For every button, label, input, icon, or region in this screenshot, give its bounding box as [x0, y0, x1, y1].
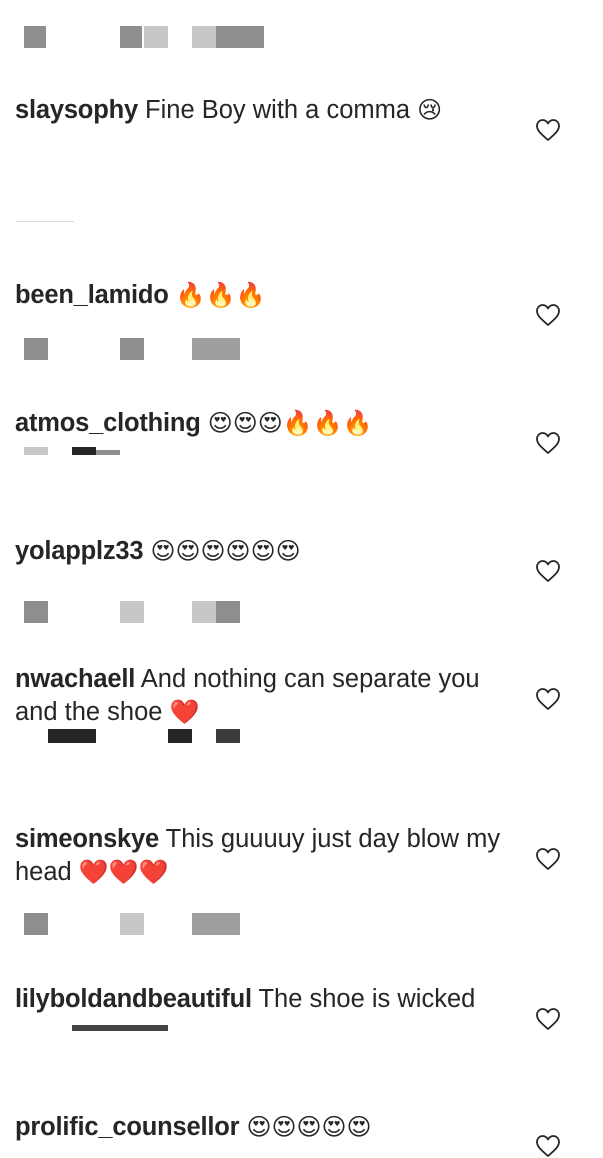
comment-emoji: 😍😍😍😍😍😍	[150, 537, 301, 565]
heart-outline-icon	[536, 432, 560, 454]
comment-emoji: 😍😍😍😍😍	[246, 1113, 372, 1141]
redacted-block	[72, 1025, 168, 1031]
redacted-block	[216, 26, 264, 48]
comment-username[interactable]: lilyboldandbeautiful	[15, 985, 252, 1013]
like-button[interactable]	[535, 687, 561, 711]
heart-outline-icon	[536, 119, 560, 141]
heart-outline-icon	[536, 304, 560, 326]
heart-outline-icon	[536, 848, 560, 870]
redacted-block	[24, 447, 48, 455]
comment-username[interactable]: slaysophy	[15, 96, 138, 124]
comment-emoji: ❤️	[169, 698, 200, 726]
redacted-block	[120, 913, 144, 935]
like-button[interactable]	[535, 431, 561, 455]
like-button[interactable]	[535, 847, 561, 871]
comment-username[interactable]: simeonskye	[15, 825, 159, 853]
redacted-block	[24, 26, 46, 48]
heart-outline-icon	[536, 560, 560, 582]
redacted-block	[48, 729, 96, 743]
heart-outline-icon	[536, 1008, 560, 1030]
view-replies-line[interactable]	[16, 221, 74, 222]
redacted-block	[168, 729, 192, 743]
like-button[interactable]	[535, 118, 561, 142]
redacted-block	[192, 338, 240, 360]
heart-outline-icon	[536, 688, 560, 710]
comment-emoji: 😍😍😍🔥🔥🔥	[207, 409, 373, 437]
redacted-block	[96, 450, 120, 455]
comment-username[interactable]: prolific_counsellor	[15, 1113, 240, 1141]
comment-item: simeonskye This guuuuy just day blow my …	[15, 823, 525, 889]
redacted-block	[24, 338, 48, 360]
redacted-block	[192, 913, 240, 935]
comment-item: nwachaell And nothing can separate you a…	[15, 663, 525, 729]
comment-username[interactable]: yolapplz33	[15, 537, 144, 565]
comment-item: lilyboldandbeautiful The shoe is wicked	[15, 983, 525, 1016]
like-button[interactable]	[535, 1007, 561, 1031]
redacted-block	[192, 601, 216, 623]
comment-text: Fine Boy with a comma	[145, 96, 411, 124]
comment-emoji: ❤️❤️❤️	[78, 858, 169, 886]
heart-outline-icon	[536, 1135, 560, 1157]
redacted-block	[216, 601, 240, 623]
comment-item: yolapplz33 😍😍😍😍😍😍	[15, 535, 525, 568]
like-button[interactable]	[535, 303, 561, 327]
comment-item: slaysophy Fine Boy with a comma 😢	[15, 94, 525, 127]
redacted-block	[120, 601, 144, 623]
comment-username[interactable]: been_lamido	[15, 281, 169, 309]
redacted-block	[192, 26, 216, 48]
redacted-block	[72, 447, 96, 455]
comment-item: been_lamido 🔥🔥🔥	[15, 279, 525, 312]
redacted-block	[144, 26, 168, 48]
redacted-block	[216, 729, 240, 743]
comment-emoji: 🔥🔥🔥	[175, 281, 266, 309]
comment-username[interactable]: nwachaell	[15, 665, 135, 693]
redacted-block	[120, 338, 144, 360]
comment-item: prolific_counsellor 😍😍😍😍😍	[15, 1111, 525, 1144]
redacted-block	[24, 913, 48, 935]
like-button[interactable]	[535, 559, 561, 583]
redacted-block	[120, 26, 142, 48]
like-button[interactable]	[535, 1134, 561, 1158]
comment-username[interactable]: atmos_clothing	[15, 409, 201, 437]
redacted-block	[24, 601, 48, 623]
comment-emoji: 😢	[417, 96, 443, 124]
comment-item: atmos_clothing 😍😍😍🔥🔥🔥	[15, 407, 525, 440]
comment-text: The shoe is wicked	[258, 985, 476, 1013]
